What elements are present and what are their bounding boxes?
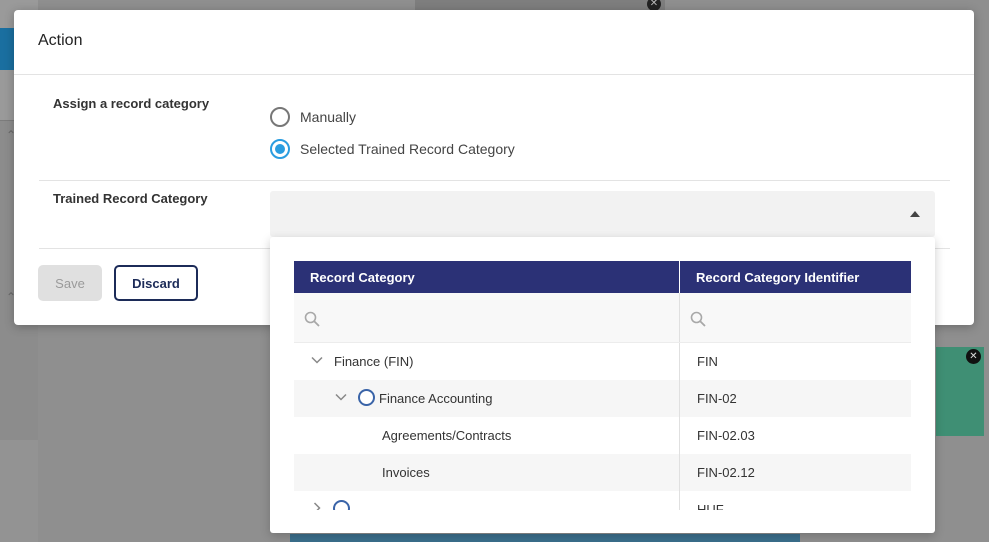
trained-category-select[interactable] [270,191,935,237]
identifier-search-cell [680,293,911,342]
tree-row[interactable]: Agreements/Contracts FIN-02.03 [294,417,911,454]
tree-row-label[interactable]: Finance Accounting [379,391,492,406]
tree-cell-identifier: FIN-02.12 [697,465,755,480]
search-icon [304,311,320,327]
close-icon: ✕ [966,349,981,364]
chevron-right-icon[interactable] [311,502,323,510]
assign-category-row: Assign a record category Manually Select… [39,75,950,181]
tree-cell-identifier: FIN [697,354,718,369]
trained-category-label: Trained Record Category [53,191,208,206]
tree-cell-category[interactable]: Invoices [294,454,680,491]
tree-row[interactable]: Invoices FIN-02.12 [294,454,911,491]
manually-radio[interactable]: Manually [270,107,356,127]
assign-category-label: Assign a record category [53,96,210,111]
identifier-search-input[interactable] [714,305,901,331]
category-dropdown: Record Category Record Category Identifi… [270,237,935,533]
modal-header: Action [14,10,974,75]
tree-cell-category[interactable]: Finance (FIN) [294,343,680,380]
category-search-input[interactable] [328,305,669,331]
tree-cell-identifier: FIN-02 [697,391,737,406]
caret-up-icon[interactable] [910,211,920,217]
radio-circle-icon[interactable] [270,139,290,159]
tree-cell-category[interactable]: Agreements/Contracts [294,417,680,454]
tree-row-label[interactable]: Invoices [382,465,430,480]
tree-cell-identifier: FIN-02.03 [697,428,755,443]
search-row [294,293,911,343]
column-header-identifier: Record Category Identifier [696,270,860,285]
radio-circle-icon[interactable] [270,107,290,127]
selected-trained-radio[interactable]: Selected Trained Record Category [270,139,515,159]
tree-node-radio[interactable] [358,389,375,406]
category-search-cell [294,293,680,342]
save-button[interactable]: Save [38,265,102,301]
search-icon [690,311,706,327]
tree-row-label[interactable]: Finance (FIN) [334,354,413,369]
tree-header: Record Category Record Category Identifi… [294,261,911,293]
background-sidebar-accent [0,28,14,70]
discard-button[interactable]: Discard [114,265,198,301]
background-panel-lower [0,440,38,542]
chevron-down-icon[interactable] [335,391,347,403]
column-header-record-category: Record Category [294,261,680,293]
background-card [415,0,665,10]
category-tree-table: Record Category Record Category Identifi… [294,261,911,510]
tree-cell-category[interactable]: Finance Accounting [294,380,680,417]
tree-row[interactable]: Finance (FIN) FIN [294,343,911,380]
selected-trained-radio-label[interactable]: Selected Trained Record Category [300,141,515,157]
tree-row-label[interactable]: Agreements/Contracts [382,428,511,443]
tree-node-radio[interactable] [333,500,350,510]
chevron-down-icon[interactable] [311,354,323,366]
modal-title: Action [38,32,83,49]
tree-cell-identifier: HUF [697,502,724,510]
background-cards [290,534,800,542]
tree-cell-category[interactable] [294,491,680,510]
manually-radio-label[interactable]: Manually [300,109,356,125]
tree-row[interactable]: HUF [294,491,911,510]
tree-row[interactable]: Finance Accounting FIN-02 [294,380,911,417]
